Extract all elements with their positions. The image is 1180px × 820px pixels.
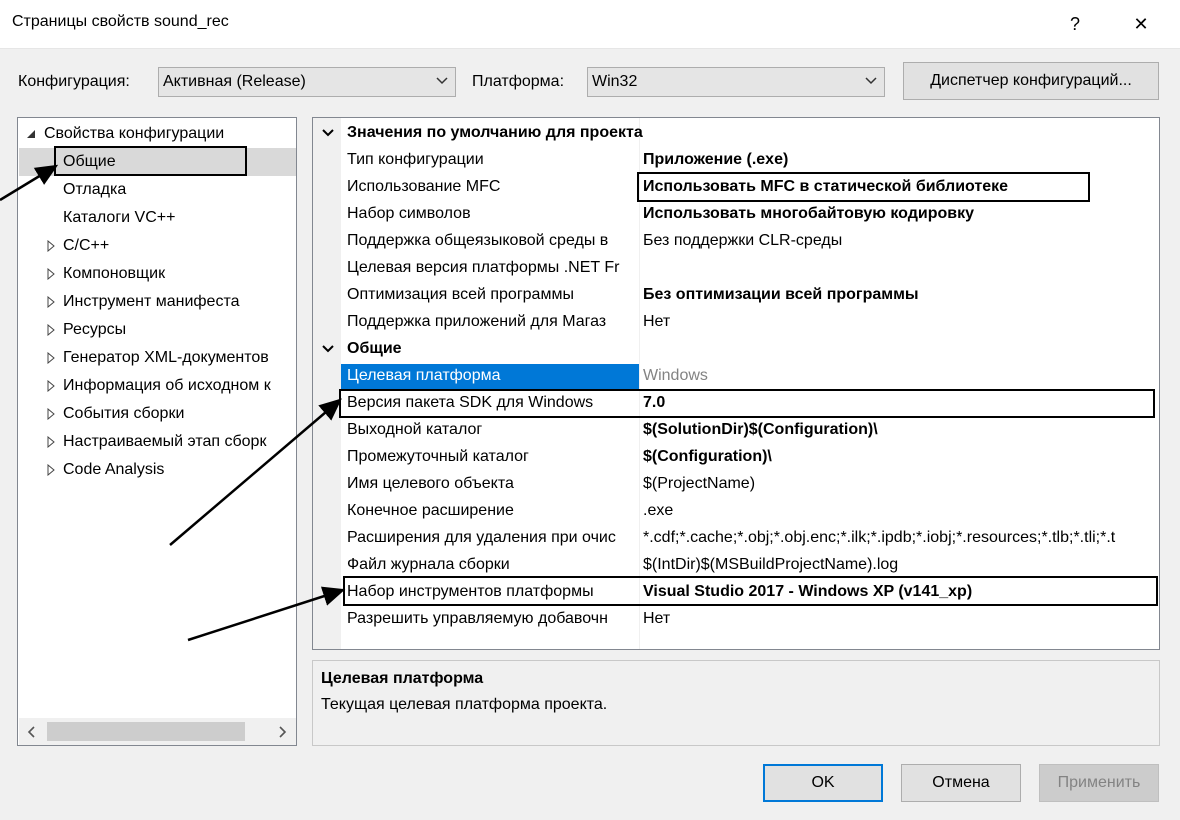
close-icon: ✕ (1133, 13, 1149, 34)
close-button[interactable]: ✕ (1116, 0, 1166, 48)
config-label: Конфигурация: (18, 73, 130, 90)
chevron-down-icon (322, 129, 334, 137)
config-manager-button[interactable]: Диспетчер конфигураций... (903, 62, 1159, 100)
prop-row-clean-extensions[interactable]: Расширения для удаления при очис *.cdf;*… (313, 526, 1159, 553)
chevron-down-icon (436, 77, 448, 85)
category-project-defaults[interactable]: Значения по умолчанию для проекта (313, 121, 1159, 147)
scroll-right-icon[interactable] (277, 726, 287, 738)
scroll-left-icon[interactable] (27, 726, 37, 738)
title-bar: Страницы свойств sound_rec ? ✕ (0, 0, 1180, 49)
collapsed-triangle-icon (47, 296, 55, 308)
collapsed-triangle-icon (47, 240, 55, 252)
description-panel: Целевая платформа Текущая целевая платфо… (312, 660, 1160, 746)
prop-row-config-type[interactable]: Тип конфигурации Приложение (.exe) (313, 148, 1159, 175)
prop-row-target-platform[interactable]: Целевая платформа Windows (313, 364, 1159, 391)
description-text: Текущая целевая платформа проекта. (321, 696, 608, 713)
prop-row-clr-support[interactable]: Поддержка общеязыковой среды в Без подде… (313, 229, 1159, 256)
chevron-down-icon (322, 345, 334, 353)
config-select-value: Активная (Release) (163, 73, 306, 90)
prop-row-target-ext[interactable]: Конечное расширение .exe (313, 499, 1159, 526)
collapsed-triangle-icon (47, 324, 55, 336)
category-general[interactable]: Общие (313, 337, 1159, 363)
collapsed-triangle-icon (47, 464, 55, 476)
platform-label: Платформа: (472, 73, 565, 90)
collapsed-triangle-icon (47, 380, 55, 392)
expanded-triangle-icon (27, 130, 35, 138)
collapsed-triangle-icon (47, 352, 55, 364)
annotation-box-toolset (343, 576, 1158, 606)
prop-row-target-name[interactable]: Имя целевого объекта $(ProjectName) (313, 472, 1159, 499)
annotation-box-general (54, 146, 247, 176)
annotation-box-mfc (637, 172, 1090, 202)
config-tree: Свойства конфигурации Общие Отладка Ката… (17, 117, 297, 746)
config-select[interactable]: Активная (Release) (158, 67, 456, 97)
window-title: Страницы свойств sound_rec (12, 13, 229, 30)
horizontal-scrollbar[interactable] (19, 718, 296, 745)
prop-row-charset[interactable]: Набор символов Использовать многобайтову… (313, 202, 1159, 229)
platform-select-value: Win32 (592, 73, 638, 90)
platform-select[interactable]: Win32 (587, 67, 885, 97)
apply-button[interactable]: Применить (1039, 764, 1159, 802)
help-button[interactable]: ? (1050, 0, 1100, 48)
description-title: Целевая платформа (321, 670, 484, 687)
prop-row-managed-incremental[interactable]: Разрешить управляемую добавочн Нет (313, 607, 1159, 634)
prop-row-dotnet-version[interactable]: Целевая версия платформы .NET Fr (313, 256, 1159, 283)
cancel-button[interactable]: Отмена (901, 764, 1021, 802)
prop-row-store-app-support[interactable]: Поддержка приложений для Магаз Нет (313, 310, 1159, 337)
tree-item-debugging[interactable]: Отладка (63, 177, 126, 203)
collapsed-triangle-icon (47, 408, 55, 420)
collapsed-triangle-icon (47, 268, 55, 280)
prop-row-whole-program-opt[interactable]: Оптимизация всей программы Без оптимизац… (313, 283, 1159, 310)
scrollbar-thumb[interactable] (47, 722, 245, 741)
chevron-down-icon (865, 77, 877, 85)
annotation-box-sdk (339, 389, 1155, 418)
collapsed-triangle-icon (47, 436, 55, 448)
tree-item-vc-directories[interactable]: Каталоги VC++ (63, 205, 175, 231)
prop-row-intermediate-dir[interactable]: Промежуточный каталог $(Configuration)\ (313, 445, 1159, 472)
ok-button[interactable]: OK (763, 764, 883, 802)
prop-row-output-dir[interactable]: Выходной каталог $(SolutionDir)$(Configu… (313, 418, 1159, 445)
